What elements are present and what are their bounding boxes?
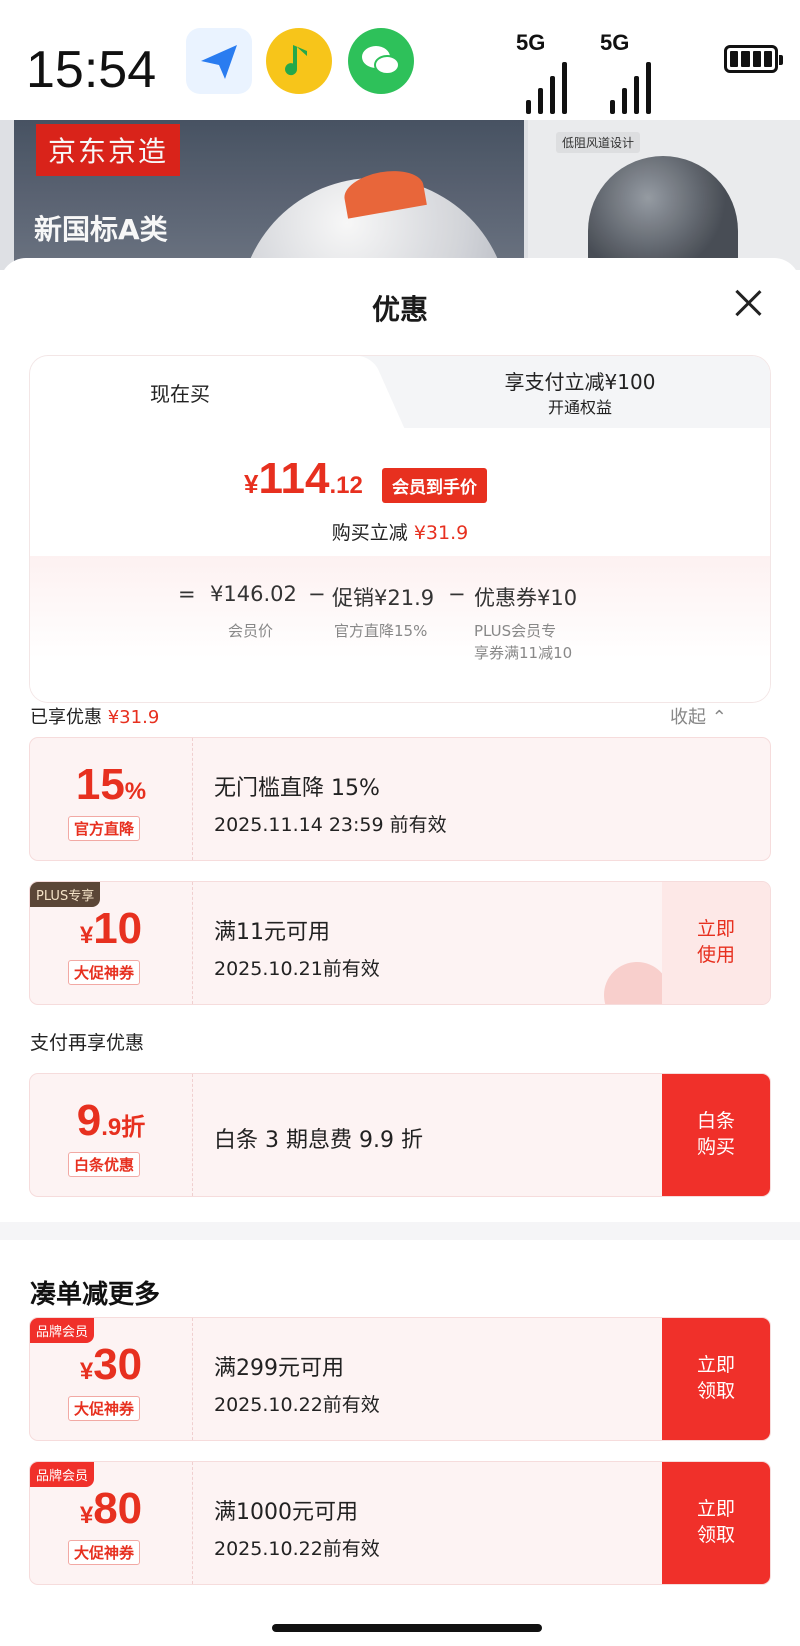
- dim-overlay[interactable]: [0, 120, 800, 270]
- coupon-brand-80: 品牌会员 ¥80 大促神券 满1000元可用 2025.10.22前有效 立即 …: [30, 1462, 770, 1584]
- coupon-value: 15%: [30, 760, 192, 810]
- claim-label-1: 立即: [696, 1354, 735, 1376]
- claim-button[interactable]: 立即 领取: [662, 1318, 770, 1440]
- coupon-value: ¥80: [30, 1484, 192, 1534]
- coupon-title: 满299元可用: [214, 1356, 344, 1381]
- coupon-value-big: 30: [93, 1340, 143, 1389]
- coupon-date: 2025.10.22前有效: [214, 1538, 380, 1560]
- received-stamp: [604, 962, 670, 1004]
- final-price: ¥114.12: [244, 454, 363, 504]
- formula-coupon-label-2: 享券满11减10: [474, 644, 573, 662]
- claim-label-2: 领取: [696, 1380, 735, 1402]
- claim-label-2: 领取: [696, 1524, 735, 1546]
- coupon-divider: [192, 738, 193, 860]
- use-now-label-1: 立即: [696, 918, 735, 940]
- coupon-divider: [192, 1318, 193, 1440]
- coupon-official-discount: 15% 官方直降 无门槛直降 15% 2025.11.14 23:59 前有效: [30, 738, 770, 860]
- coupon-value-area: ¥10 大促神券: [30, 882, 192, 1004]
- buy-off-amount: ¥31.9: [413, 522, 469, 544]
- formula-coupon-label: PLUS会员专 享券满11减10: [474, 620, 572, 664]
- coupon-value-big: 10: [93, 904, 143, 953]
- coupon-value: 9.9折: [30, 1096, 192, 1146]
- coupon-value-small: .9折: [101, 1114, 146, 1141]
- tab-pay-offer-label: 享支付立减¥100: [504, 370, 656, 394]
- close-icon[interactable]: [728, 284, 768, 324]
- formula-coupon: 优惠券¥10: [474, 586, 578, 610]
- use-now-label-2: 使用: [696, 944, 735, 966]
- coupon-title: 白条 3 期息费 9.9 折: [214, 1128, 423, 1153]
- wechat-app-icon: [348, 28, 414, 94]
- price-integer: 114: [258, 454, 330, 503]
- baitiao-buy-label-2: 购买: [696, 1136, 735, 1158]
- coupon-tag: 大促神券: [68, 1540, 141, 1565]
- buy-off-label: 购买立减: [331, 522, 414, 544]
- coupon-date: 2025.10.22前有效: [214, 1394, 380, 1416]
- section-separator: [0, 1222, 800, 1240]
- formula-minus-2: −: [448, 582, 466, 606]
- tab-pay-offer-sub: 开通权益: [547, 398, 612, 417]
- coupon-tag: 大促神券: [68, 1396, 141, 1421]
- buy-off-line: 购买立减 ¥31.9: [30, 518, 770, 545]
- coupon-tag: 官方直降: [68, 816, 141, 841]
- coupon-tag: 白条优惠: [68, 1152, 141, 1177]
- battery-icon: [724, 45, 783, 73]
- price-card: 现在买 享支付立减¥100 开通权益 ¥114.12 会员到手价 购买立减 ¥3…: [30, 356, 770, 702]
- coupon-value-big: 80: [93, 1484, 143, 1533]
- coupon-value-big: 9: [76, 1096, 102, 1145]
- coupon-value-big: 15: [75, 760, 125, 809]
- coupon-value-area: 15% 官方直降: [30, 738, 192, 860]
- tab-buy-now-label: 现在买: [150, 382, 210, 406]
- baitiao-buy-button[interactable]: 白条 购买: [662, 1074, 770, 1196]
- coupon-date: 2025.10.21前有效: [214, 958, 380, 980]
- formula-equals: =: [178, 582, 196, 606]
- status-bar: 15:54 5G 5G: [0, 0, 800, 120]
- status-time: 15:54: [26, 41, 157, 99]
- member-price-tag: 会员到手价: [382, 468, 487, 503]
- baitiao-buy-label-1: 白条: [696, 1110, 735, 1132]
- formula-member-price: ¥146.02: [210, 582, 297, 606]
- use-now-button[interactable]: 立即 使用: [662, 882, 770, 1004]
- pay-section-title: 支付再享优惠: [30, 1032, 145, 1054]
- more-discount-title: 凑单减更多: [30, 1280, 161, 1310]
- enjoyed-discount-header: 已享优惠 ¥31.9: [30, 703, 159, 729]
- coupon-value-area: 9.9折 白条优惠: [30, 1074, 192, 1196]
- home-indicator[interactable]: [272, 1624, 542, 1632]
- coupon-title: 满11元可用: [214, 920, 330, 945]
- coupon-value: ¥10: [30, 904, 192, 954]
- formula-promo: 促销¥21.9: [332, 586, 435, 610]
- coupon-currency: ¥: [79, 1358, 94, 1385]
- coupon-plus: PLUS专享 ¥10 大促神券 满11元可用 2025.10.21前有效 立即 …: [30, 882, 770, 1004]
- coupon-currency: ¥: [79, 1502, 94, 1529]
- coupon-brand-30: 品牌会员 ¥30 大促神券 满299元可用 2025.10.22前有效 立即 领…: [30, 1318, 770, 1440]
- coupon-divider: [192, 1074, 193, 1196]
- claim-button[interactable]: 立即 领取: [662, 1462, 770, 1584]
- formula-member-price-label: 会员价: [228, 622, 274, 640]
- coupon-value-small: %: [124, 778, 147, 805]
- enjoyed-label: 已享优惠: [30, 707, 108, 728]
- formula-coupon-label-1: PLUS会员专: [474, 622, 557, 640]
- enjoyed-amount: ¥31.9: [107, 707, 160, 728]
- coupon-value-area: ¥80 大促神券: [30, 1462, 192, 1584]
- formula-minus-1: −: [308, 582, 326, 606]
- coupon-tag: 大促神券: [68, 960, 141, 985]
- coupon-currency: ¥: [79, 922, 94, 949]
- price-decimal: .12: [329, 472, 363, 499]
- discount-sheet: 优惠 现在买 享支付立减¥100 开通权益 ¥114.12 会员到手价 购买立减…: [0, 258, 800, 1646]
- music-app-icon: [266, 28, 332, 94]
- coupon-title: 满1000元可用: [214, 1500, 358, 1525]
- coupon-date: 2025.11.14 23:59 前有效: [214, 814, 447, 836]
- price-formula: = ¥146.02 会员价 − 促销¥21.9 官方直降15% − 优惠券¥10…: [30, 556, 770, 702]
- currency-symbol: ¥: [244, 469, 259, 499]
- formula-promo-label: 官方直降15%: [334, 622, 428, 640]
- collapse-button[interactable]: 收起 ⌃: [670, 703, 727, 729]
- maps-app-icon: [186, 28, 252, 94]
- coupon-baitiao: 9.9折 白条优惠 白条 3 期息费 9.9 折 白条 购买: [30, 1074, 770, 1196]
- coupon-title: 无门槛直降 15%: [214, 776, 380, 801]
- claim-label-1: 立即: [696, 1498, 735, 1520]
- coupon-divider: [192, 882, 193, 1004]
- coupon-value-area: ¥30 大促神券: [30, 1318, 192, 1440]
- sheet-title: 优惠: [371, 293, 428, 326]
- coupon-value: ¥30: [30, 1340, 192, 1390]
- coupon-divider: [192, 1462, 193, 1584]
